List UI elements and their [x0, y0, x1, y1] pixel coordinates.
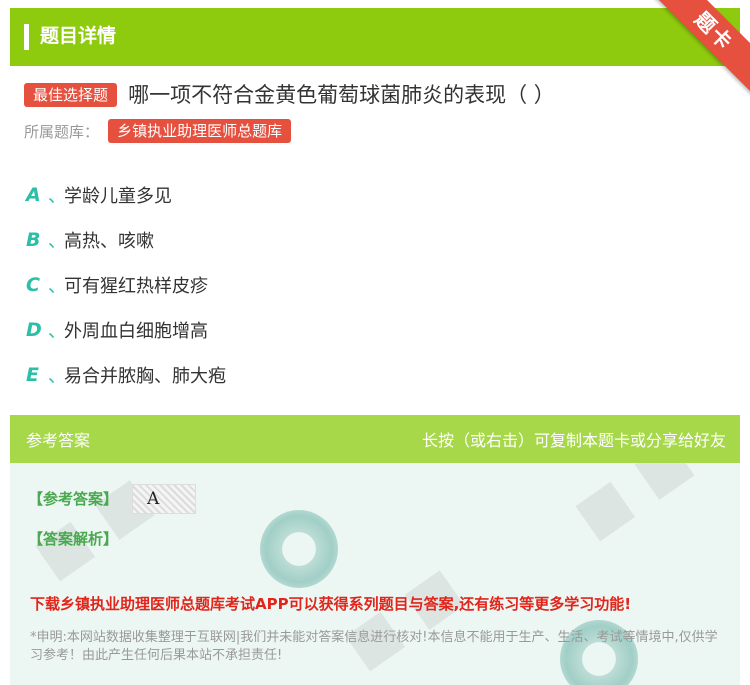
option-item[interactable]: C 、 可有猩红热样皮疹 [26, 262, 726, 307]
ribbon-label: 题卡 [689, 6, 739, 56]
bank-link[interactable]: 乡镇执业助理医师总题库 [108, 119, 292, 143]
option-letter: C [26, 273, 40, 296]
question-text: 哪一项不符合金黄色葡萄球菌肺炎的表现（ ） [128, 83, 555, 107]
share-hint: 长按（或右击）可复制本题卡或分享给好友 [421, 431, 726, 450]
option-item[interactable]: A 、 学龄儿童多见 [26, 172, 726, 217]
header-accent-bar [24, 24, 29, 50]
bank-label: 所属题库： [24, 122, 100, 141]
page-title: 题目详情 [40, 25, 117, 47]
answer-header: 参考答案 长按（或右击）可复制本题卡或分享给好友 [10, 415, 740, 463]
option-text: 可有猩红热样皮疹 [64, 275, 208, 297]
option-letter: B [26, 228, 41, 251]
answer-value: A [132, 484, 196, 514]
option-separator: 、 [48, 320, 66, 342]
option-item[interactable]: D 、 外周血白细胞增高 [26, 307, 726, 352]
question-type-tag: 最佳选择题 [24, 83, 118, 107]
option-item[interactable]: B 、 高热、咳嗽 [26, 217, 726, 262]
option-separator: 、 [48, 230, 66, 252]
option-letter: A [26, 183, 41, 206]
watermark-logo-icon [260, 510, 338, 588]
detail-header: 题目详情 [10, 8, 740, 66]
option-list: A 、 学龄儿童多见 B 、 高热、咳嗽 C 、 可有猩红热样皮疹 D 、 外周… [26, 172, 726, 397]
option-text: 学龄儿童多见 [64, 185, 172, 207]
option-text: 外周血白细胞增高 [64, 320, 208, 342]
option-text: 高热、咳嗽 [64, 230, 154, 252]
answer-card: ■ ■ ■ ■ ■ ■ 参考答案 长按（或右击）可复制本题卡或分享给好友 【参考… [10, 415, 740, 685]
question-bank-row: 所属题库： 乡镇执业助理医师总题库 [24, 119, 292, 145]
option-item[interactable]: E 、 易合并脓胸、肺大疱 [26, 352, 726, 397]
question-stem: 最佳选择题 哪一项不符合金黄色葡萄球菌肺炎的表现（ ） [24, 80, 724, 110]
explanation-label: 【答案解析】 [28, 530, 119, 548]
option-letter: E [26, 363, 39, 386]
answer-section-title: 参考答案 [26, 431, 91, 450]
answer-label: 【参考答案】 [28, 490, 119, 508]
app-download-promo[interactable]: 下载乡镇执业助理医师总题库考试APP可以获得系列题目与答案,还有练习等更多学习功… [30, 593, 631, 614]
option-text: 易合并脓胸、肺大疱 [64, 365, 226, 387]
option-separator: 、 [48, 365, 66, 387]
option-separator: 、 [48, 185, 66, 207]
option-letter: D [26, 318, 42, 341]
option-separator: 、 [48, 275, 66, 297]
disclaimer-text: *申明:本网站数据收集整理于互联网|我们并未能对答案信息进行核对!本信息不能用于… [30, 630, 718, 663]
